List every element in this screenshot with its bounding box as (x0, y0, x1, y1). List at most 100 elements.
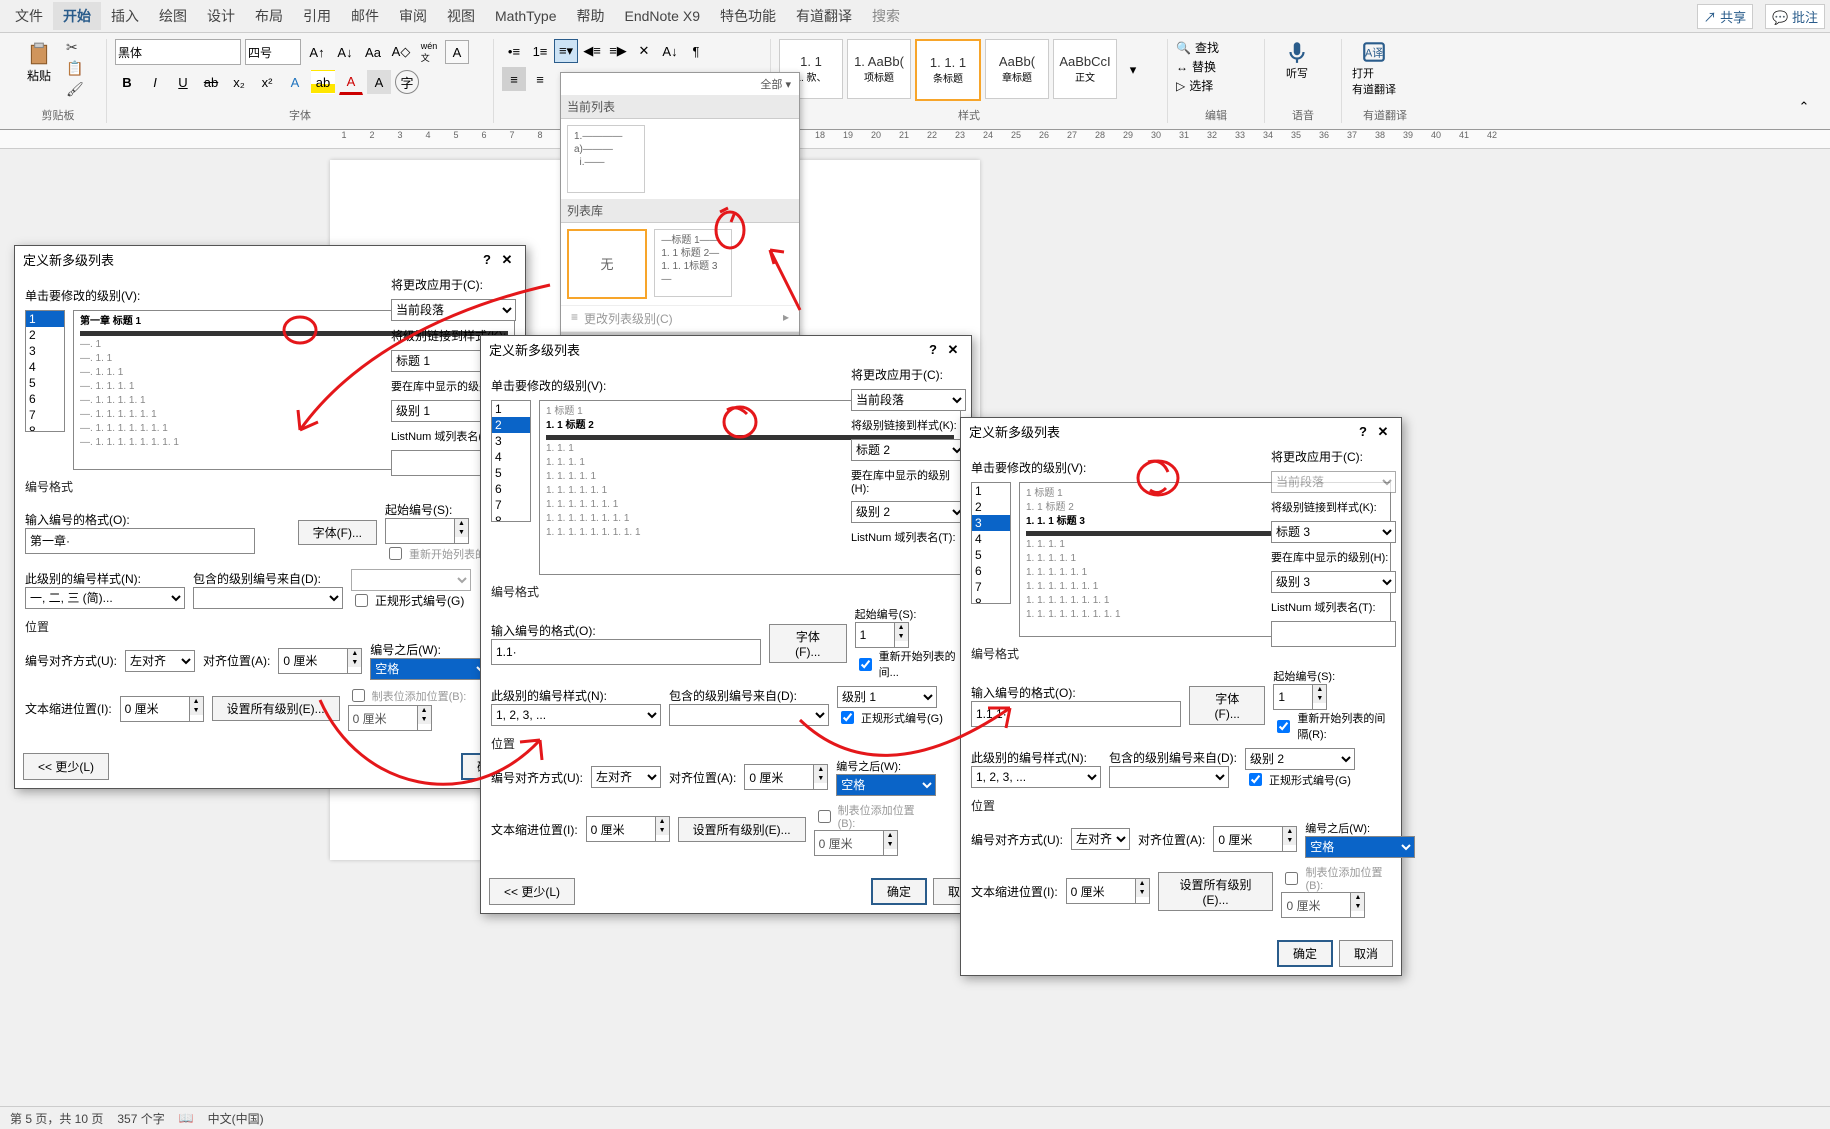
dlg3-format-input[interactable] (971, 701, 1181, 727)
menu-tab-layout[interactable]: 布局 (245, 2, 293, 30)
dlg2-ok-btn[interactable]: 确定 (871, 878, 927, 905)
dlg3-start-input[interactable] (1273, 684, 1313, 710)
increase-indent-icon[interactable]: ≡▶ (606, 39, 630, 63)
collapse-ribbon-icon[interactable]: ⌃ (1792, 95, 1816, 119)
text-effects-icon[interactable]: A (283, 70, 307, 94)
dlg2-restart-check[interactable] (859, 658, 872, 671)
highlight-icon[interactable]: ab (311, 70, 335, 94)
dlg3-alignpos-input[interactable] (1213, 826, 1283, 852)
find-button[interactable]: 🔍 查找 (1176, 39, 1256, 56)
menu-tab-mailings[interactable]: 邮件 (341, 2, 389, 30)
dlg2-link-select[interactable]: 标题 2 (851, 439, 966, 461)
dlg1-include-select[interactable] (193, 587, 343, 609)
menu-tab-insert[interactable]: 插入 (101, 2, 149, 30)
dlg1-follow-select[interactable]: 空格 (370, 658, 490, 680)
format-painter-icon[interactable]: 🖌 (66, 81, 84, 98)
font-name-combo[interactable] (115, 39, 241, 65)
dlg3-setall-btn[interactable]: 设置所有级别(E)... (1158, 872, 1274, 911)
dlg1-setall-btn[interactable]: 设置所有级别(E)... (212, 696, 340, 721)
dlg3-font-btn[interactable]: 字体(F)... (1189, 686, 1265, 725)
dlg2-start-input[interactable] (855, 622, 895, 648)
dlg2-include-select[interactable] (669, 704, 829, 726)
dlg3-gallery-select[interactable]: 级别 3 (1271, 571, 1396, 593)
menu-tab-youdao[interactable]: 有道翻译 (786, 2, 862, 30)
menu-tab-endnote[interactable]: EndNote X9 (614, 4, 710, 28)
dlg3-numstyle-select[interactable]: 1, 2, 3, ... (971, 766, 1101, 788)
dlg2-numstyle-select[interactable]: 1, 2, 3, ... (491, 704, 661, 726)
status-proofing-icon[interactable]: 📖 (179, 1111, 194, 1125)
superscript-icon[interactable]: x² (255, 70, 279, 94)
replace-button[interactable]: ↔ 替换 (1176, 58, 1256, 75)
copy-icon[interactable]: 📋 (66, 60, 84, 77)
status-words[interactable]: 357 个字 (117, 1110, 164, 1127)
dlg2-less-btn[interactable]: << 更少(L) (489, 878, 575, 905)
current-list-preview[interactable]: 1.————a)——— i.—— (567, 125, 645, 193)
dictation-button[interactable]: 听写 (1273, 39, 1321, 81)
font-size-combo[interactable] (245, 39, 301, 65)
dlg1-numstyle-select[interactable]: 一, 二, 三 (简)... (25, 587, 185, 609)
style-4[interactable]: AaBb(章标题 (985, 39, 1049, 99)
dlg2-font-btn[interactable]: 字体(F)... (769, 624, 847, 663)
grow-font-icon[interactable]: A↑ (305, 40, 329, 64)
dlg1-less-btn[interactable]: << 更少(L) (23, 753, 109, 780)
share-button[interactable]: ↗ 共享 (1697, 4, 1754, 29)
char-border-icon[interactable]: A (445, 40, 469, 64)
dlg1-restart-check[interactable] (389, 547, 402, 560)
menu-tab-help[interactable]: 帮助 (566, 2, 614, 30)
dlg2-align-select[interactable]: 左对齐 (591, 766, 661, 788)
dlg3-legal-check[interactable] (1249, 773, 1262, 786)
strike-icon[interactable]: ab (199, 70, 223, 94)
list-library-item[interactable]: —标题 1—— 1. 1 标题 2— 1. 1. 1标题 3— (654, 229, 732, 297)
dlg2-restart-level[interactable]: 级别 1 (837, 686, 937, 708)
char-shading-icon[interactable]: A (367, 70, 391, 94)
dlg2-format-input[interactable] (491, 639, 761, 665)
dlg1-alignpos-input[interactable] (278, 648, 348, 674)
youdao-button[interactable]: A译 打开 有道翻译 (1350, 39, 1398, 97)
dlg3-link-select[interactable]: 标题 3 (1271, 521, 1396, 543)
dlg1-format-input[interactable] (25, 528, 255, 554)
dlg1-start-input[interactable] (385, 518, 455, 544)
dlg3-levels-list[interactable]: 123456789 (971, 482, 1011, 604)
dialog1-close[interactable]: ✕ (497, 252, 517, 268)
paste-button[interactable]: 粘贴 (18, 39, 60, 86)
dialog2-close[interactable]: ✕ (943, 342, 963, 358)
dlg2-indent-input[interactable] (586, 816, 656, 842)
dlg2-tab-check[interactable] (818, 810, 831, 823)
dlg3-indent-input[interactable] (1066, 878, 1136, 904)
subscript-icon[interactable]: x₂ (227, 70, 251, 94)
dlg2-alignpos-input[interactable] (744, 764, 814, 790)
numbered-list-icon[interactable]: 1≡ (528, 39, 552, 63)
cut-icon[interactable]: ✂ (66, 39, 84, 56)
select-button[interactable]: ▷ 选择 (1176, 77, 1256, 94)
dialog2-help[interactable]: ? (923, 342, 943, 357)
shrink-font-icon[interactable]: A↓ (333, 40, 357, 64)
menu-tab-draw[interactable]: 绘图 (149, 2, 197, 30)
bullet-list-icon[interactable]: •≡ (502, 39, 526, 63)
clear-format-icon[interactable]: A◇ (389, 40, 413, 64)
menu-tab-review[interactable]: 审阅 (389, 2, 437, 30)
dlg1-legal-check[interactable] (355, 594, 368, 607)
dlg2-apply-select[interactable]: 当前段落 (851, 389, 966, 411)
align-left-icon[interactable]: ≡ (502, 67, 526, 91)
style-2[interactable]: 1. AaBb(项标题 (847, 39, 911, 99)
dlg3-restart-check[interactable] (1277, 720, 1290, 733)
sort-icon[interactable]: A↓ (658, 39, 682, 63)
status-language[interactable]: 中文(中国) (208, 1110, 264, 1127)
dlg1-apply-select[interactable]: 当前段落 (391, 299, 516, 321)
menu-tab-home[interactable]: 开始 (53, 2, 101, 30)
dialog3-close[interactable]: ✕ (1373, 424, 1393, 440)
change-case-icon[interactable]: Aa (361, 40, 385, 64)
horizontal-ruler[interactable]: 1234567891011121314151617181920212223242… (0, 130, 1830, 149)
menu-search[interactable]: 搜索 (862, 2, 910, 30)
underline-icon[interactable]: U (171, 70, 195, 94)
dropdown-all-link[interactable]: 全部 ▾ (561, 73, 799, 95)
dlg3-listnum-input[interactable] (1271, 621, 1396, 647)
phonetic-icon[interactable]: wén文 (417, 40, 441, 64)
align-center-icon[interactable]: ≡ (528, 67, 552, 91)
menu-tab-view[interactable]: 视图 (437, 2, 485, 30)
dlg2-levels-list[interactable]: 123456789 (491, 400, 531, 522)
dialog3-help[interactable]: ? (1353, 424, 1373, 439)
dlg3-tab-check[interactable] (1285, 872, 1298, 885)
dlg1-indent-input[interactable] (120, 696, 190, 722)
dlg2-setall-btn[interactable]: 设置所有级别(E)... (678, 817, 806, 842)
